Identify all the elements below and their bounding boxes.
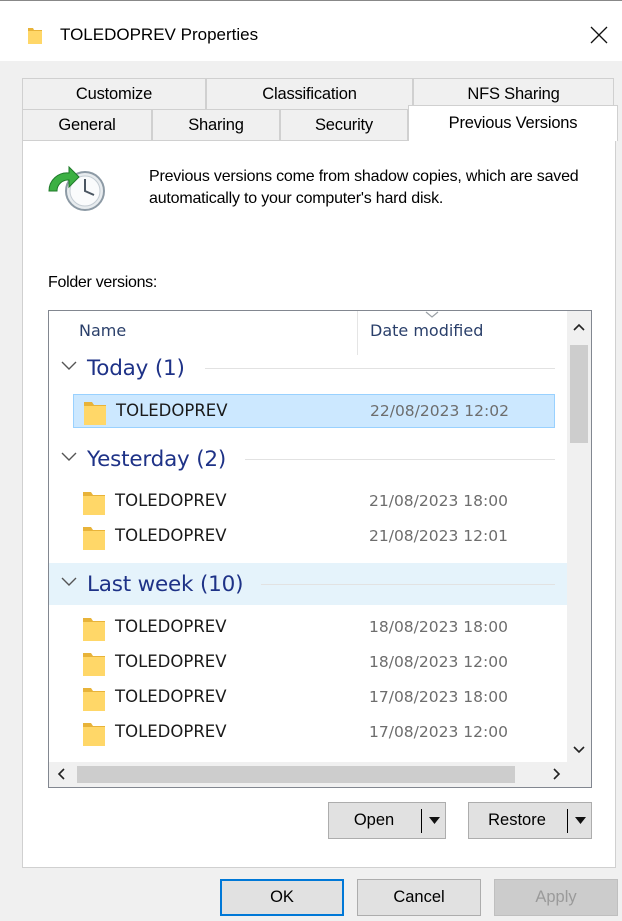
list-item[interactable]: TOLEDOPREV 18/08/2023 12:00 [73,646,555,680]
group-divider [261,583,555,585]
tab-security[interactable]: Security [280,109,408,141]
tab-general[interactable]: General [22,109,152,141]
tab-label: Customize [75,84,153,103]
folder-versions-label: Folder versions: [48,274,158,291]
cancel-button-label: Cancel [393,888,445,906]
tab-label: Sharing [188,115,244,134]
chevron-down-icon [61,361,77,370]
tab-label: Security [314,115,373,134]
group-divider [205,367,555,369]
item-name: TOLEDOPREV [115,617,227,636]
scroll-down-button[interactable] [567,738,591,762]
folder-icon [84,402,106,425]
folder-icon [83,618,105,641]
item-name: TOLEDOPREV [115,526,227,545]
folder-icon [83,723,105,746]
close-icon [590,26,608,44]
folder-versions-list[interactable]: Name Date modified Today (1) TOLEDOPREV … [48,310,592,788]
tab-label: Previous Versions [448,114,578,132]
item-date: 17/08/2023 12:00 [369,723,508,741]
tab-previous-versions[interactable]: Previous Versions [408,105,618,141]
cancel-button[interactable]: Cancel [357,879,481,916]
folder-icon [83,527,105,550]
folder-icon [83,688,105,711]
ok-button-label: OK [270,888,294,906]
vertical-scroll-thumb[interactable] [570,345,588,443]
apply-button[interactable]: Apply [494,879,618,916]
column-header-name[interactable]: Name [79,321,126,340]
group-divider [245,458,555,460]
tab-label: NFS Sharing [467,84,560,103]
scroll-corner [567,762,591,787]
tab-customize[interactable]: Customize [22,78,206,110]
list-item[interactable]: TOLEDOPREV 18/08/2023 18:00 [73,611,555,645]
group-label: Today (1) [87,355,185,381]
chevron-up-icon [573,323,585,331]
folder-icon [28,28,42,44]
horizontal-scrollbar[interactable] [49,762,569,787]
split-divider [421,809,422,833]
item-name: TOLEDOPREV [115,722,227,741]
item-name: TOLEDOPREV [115,491,227,510]
item-name: TOLEDOPREV [115,652,227,671]
chevron-right-icon [553,768,561,780]
item-date: 21/08/2023 18:00 [369,492,508,510]
chevron-down-icon [573,746,585,754]
item-date: 17/08/2023 18:00 [369,688,508,706]
restore-button[interactable]: Restore [468,802,592,839]
list-item[interactable]: TOLEDOPREV 21/08/2023 12:01 [73,520,555,554]
window-title: TOLEDOPREV Properties [60,25,259,44]
chevron-down-icon [61,577,77,586]
tab-label: Classification [262,84,357,103]
group-header-last-week[interactable]: Last week (10) [49,563,567,605]
restore-button-label: Restore [488,811,546,829]
group-header-today[interactable]: Today (1) [49,347,567,389]
scroll-up-button[interactable] [567,315,591,339]
scroll-left-button[interactable] [49,762,73,786]
chevron-down-icon [61,452,77,461]
open-button[interactable]: Open [328,802,446,839]
previous-versions-panel: Previous versions come from shadow copie… [22,140,616,868]
item-date: 18/08/2023 12:00 [369,653,508,671]
dropdown-arrow-icon [428,817,440,824]
list-item[interactable]: TOLEDOPREV 21/08/2023 18:00 [73,485,555,519]
folder-icon [83,653,105,676]
open-button-label: Open [353,811,395,829]
item-name: TOLEDOPREV [115,687,227,706]
description-text: Previous versions come from shadow copie… [149,168,579,207]
vertical-scrollbar[interactable] [567,311,591,762]
clock-restore-icon [48,165,105,211]
ok-button[interactable]: OK [220,879,344,916]
list-item[interactable]: TOLEDOPREV 17/08/2023 12:00 [73,716,555,750]
list-item[interactable]: TOLEDOPREV 22/08/2023 12:02 [73,394,555,428]
scroll-right-button[interactable] [545,762,569,786]
tab-label: General [58,115,116,134]
horizontal-scroll-thumb[interactable] [77,766,515,783]
chevron-left-icon [57,768,65,780]
group-label: Yesterday (2) [87,446,227,472]
open-dropdown-button[interactable] [423,803,445,838]
column-header-date-modified[interactable]: Date modified [370,321,483,340]
item-date: 21/08/2023 12:01 [369,527,508,545]
item-date: 18/08/2023 18:00 [369,618,508,636]
group-label: Last week (10) [87,571,244,597]
split-divider [567,809,568,833]
list-item[interactable]: TOLEDOPREV 17/08/2023 18:00 [73,681,555,715]
title-bar: TOLEDOPREV Properties [0,1,622,61]
restore-dropdown-button[interactable] [569,803,591,838]
item-name: TOLEDOPREV [116,401,228,420]
group-header-yesterday[interactable]: Yesterday (2) [49,438,567,480]
tab-sharing[interactable]: Sharing [152,109,280,141]
properties-window: TOLEDOPREV Properties Customize Classifi… [0,0,622,921]
dropdown-arrow-icon [574,817,586,824]
folder-icon [83,492,105,515]
item-date: 22/08/2023 12:02 [370,402,509,420]
apply-button-label: Apply [535,888,577,906]
tab-classification[interactable]: Classification [206,78,413,110]
sort-indicator-icon [425,311,439,318]
close-button[interactable] [576,13,622,57]
